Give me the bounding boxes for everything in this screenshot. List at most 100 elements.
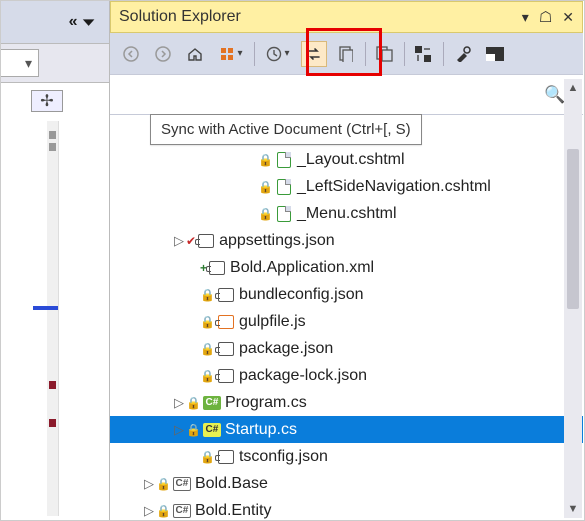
document-tab-well: ▾ bbox=[1, 43, 109, 83]
tree-item[interactable]: 🔒 _LeftSideNavigation.cshtml bbox=[110, 173, 583, 200]
tooltip: Sync with Active Document (Ctrl+[, S) bbox=[150, 114, 422, 145]
scroll-up-icon[interactable]: ▲ bbox=[564, 79, 582, 97]
expander-icon[interactable]: ▷ bbox=[172, 233, 186, 249]
search-icon[interactable]: 🔍 bbox=[544, 85, 565, 105]
scroll-down-icon[interactable]: ▼ bbox=[564, 500, 582, 518]
tree-item[interactable]: 🔒 _Menu.cshtml bbox=[110, 200, 583, 227]
margin-caret-indicator bbox=[33, 306, 58, 310]
toolbar-separator bbox=[443, 42, 444, 66]
tree-item-label: appsettings.json bbox=[219, 232, 335, 250]
scroll-thumb[interactable] bbox=[567, 149, 579, 309]
tree-item-label: Program.cs bbox=[225, 394, 307, 412]
pin-icon[interactable]: ☖ bbox=[539, 8, 552, 26]
expander-icon[interactable]: ▷ bbox=[142, 476, 156, 492]
toolbar-separator bbox=[404, 42, 405, 66]
tree-item-label: Bold.Application.xml bbox=[230, 259, 374, 277]
tree-item[interactable]: 🔒 bundleconfig.json bbox=[110, 281, 583, 308]
preview-selected-button[interactable] bbox=[482, 41, 508, 67]
lock-icon: 🔒 bbox=[200, 315, 215, 329]
lock-icon: 🔒 bbox=[186, 423, 201, 437]
js-icon bbox=[217, 313, 235, 331]
panel-titlebar[interactable]: Solution Explorer ▾ ☖ ✕ bbox=[110, 1, 583, 33]
expander-icon[interactable]: ▷ bbox=[142, 503, 156, 519]
tree-item-label: package-lock.json bbox=[239, 367, 367, 385]
solution-explorer-panel: Solution Explorer ▾ ☖ ✕ ▾ ▾ 🔍 ▾ Sync wit… bbox=[109, 1, 583, 520]
tree-item[interactable]: 🔒 tsconfig.json bbox=[110, 443, 583, 470]
expander-icon[interactable]: ▷ bbox=[172, 395, 186, 411]
forward-button[interactable] bbox=[150, 41, 176, 67]
search-box[interactable]: 🔍 ▾ bbox=[110, 75, 583, 115]
tree-item[interactable]: 🔒 package-lock.json bbox=[110, 362, 583, 389]
back-button[interactable] bbox=[118, 41, 144, 67]
chevrons-left-icon[interactable]: « bbox=[69, 13, 78, 31]
tree-item[interactable]: ▷🔒C#Bold.Base bbox=[110, 470, 583, 497]
lock-icon: 🔒 bbox=[258, 153, 273, 167]
switch-views-button[interactable]: ▾ bbox=[214, 41, 248, 67]
tree-item[interactable]: 🔒 package.json bbox=[110, 335, 583, 362]
refresh-button[interactable] bbox=[333, 41, 359, 67]
sync-with-active-document-button[interactable] bbox=[301, 41, 327, 67]
cssel-icon: C# bbox=[203, 421, 221, 439]
panel-title-text: Solution Explorer bbox=[119, 8, 241, 26]
window-position-icon[interactable]: ▾ bbox=[522, 9, 529, 26]
tree-item-label: Bold.Entity bbox=[195, 502, 271, 520]
lock-icon: 🔒 bbox=[200, 369, 215, 383]
lock-icon: 🔒 bbox=[200, 288, 215, 302]
tree-item[interactable]: 🔒 gulpfile.js bbox=[110, 308, 583, 335]
tree-item-label: Startup.cs bbox=[225, 421, 297, 439]
docgreen-icon bbox=[275, 178, 293, 196]
tree-item-label: Bold.Base bbox=[195, 475, 268, 493]
tree-item[interactable]: ▷🔒C#Bold.Entity bbox=[110, 497, 583, 520]
tooltip-text: Sync with Active Document (Ctrl+[, S) bbox=[161, 121, 411, 138]
tree-item[interactable]: +Bold.Application.xml bbox=[110, 254, 583, 281]
lock-icon: 🔒 bbox=[156, 477, 171, 491]
tree-item[interactable]: ▷🔒C#Program.cs bbox=[110, 389, 583, 416]
solution-tree[interactable]: 🔒_Footer.cshtml🔒_Layout.cshtml🔒_LeftSide… bbox=[110, 119, 583, 520]
properties-button[interactable] bbox=[450, 41, 476, 67]
editor-area: « ▾ ▾ ✢ bbox=[1, 1, 109, 520]
tree-item-label: bundleconfig.json bbox=[239, 286, 364, 304]
margin-marker-error bbox=[49, 419, 56, 427]
json-icon bbox=[197, 232, 215, 250]
csbox-icon: C# bbox=[173, 502, 191, 520]
show-all-files-button[interactable] bbox=[411, 41, 437, 67]
split-pane-icon[interactable]: ✢ bbox=[31, 90, 63, 112]
cs-icon: C# bbox=[203, 394, 221, 412]
margin-marker bbox=[49, 131, 56, 139]
vertical-scrollbar[interactable]: ▲ ▼ bbox=[564, 79, 582, 518]
home-button[interactable] bbox=[182, 41, 208, 67]
json-icon bbox=[217, 286, 235, 304]
tree-item-label: _LeftSideNavigation.cshtml bbox=[297, 178, 491, 196]
tree-item-label: _Menu.cshtml bbox=[297, 205, 397, 223]
docgreen-icon bbox=[275, 205, 293, 223]
tree-item-label: tsconfig.json bbox=[239, 448, 328, 466]
overflow-menu-icon[interactable]: ▾ bbox=[83, 14, 93, 30]
collapse-all-button[interactable] bbox=[372, 41, 398, 67]
lock-icon: 🔒 bbox=[258, 180, 273, 194]
csbox-icon: C# bbox=[173, 475, 191, 493]
json-icon bbox=[217, 367, 235, 385]
margin-marker bbox=[49, 143, 56, 151]
json-icon bbox=[208, 259, 226, 277]
tree-item[interactable]: 🔒_Layout.cshtml bbox=[110, 146, 583, 173]
close-icon[interactable]: ✕ bbox=[562, 9, 574, 26]
lock-icon: 🔒 bbox=[258, 207, 273, 221]
solution-explorer-toolbar: ▾ ▾ bbox=[110, 33, 583, 75]
tree-item[interactable]: ▷✔appsettings.json bbox=[110, 227, 583, 254]
expander-icon[interactable]: ▷ bbox=[172, 422, 186, 438]
toolbar-separator bbox=[254, 42, 255, 66]
json-icon bbox=[217, 448, 235, 466]
toolbar-separator bbox=[365, 42, 366, 66]
tree-item-label: gulpfile.js bbox=[239, 313, 306, 331]
json-icon bbox=[217, 340, 235, 358]
pending-changes-filter-button[interactable]: ▾ bbox=[261, 41, 295, 67]
lock-icon: 🔒 bbox=[156, 504, 171, 518]
tree-item[interactable]: ▷🔒C#Startup.cs bbox=[110, 416, 583, 443]
lock-icon: 🔒 bbox=[200, 342, 215, 356]
lock-icon: 🔒 bbox=[200, 450, 215, 464]
document-tab-dropdown[interactable]: ▾ bbox=[1, 49, 39, 77]
window-commandbar: « ▾ bbox=[1, 1, 109, 43]
lock-icon: 🔒 bbox=[186, 396, 201, 410]
tree-item-label: package.json bbox=[239, 340, 333, 358]
margin-marker-error bbox=[49, 381, 56, 389]
